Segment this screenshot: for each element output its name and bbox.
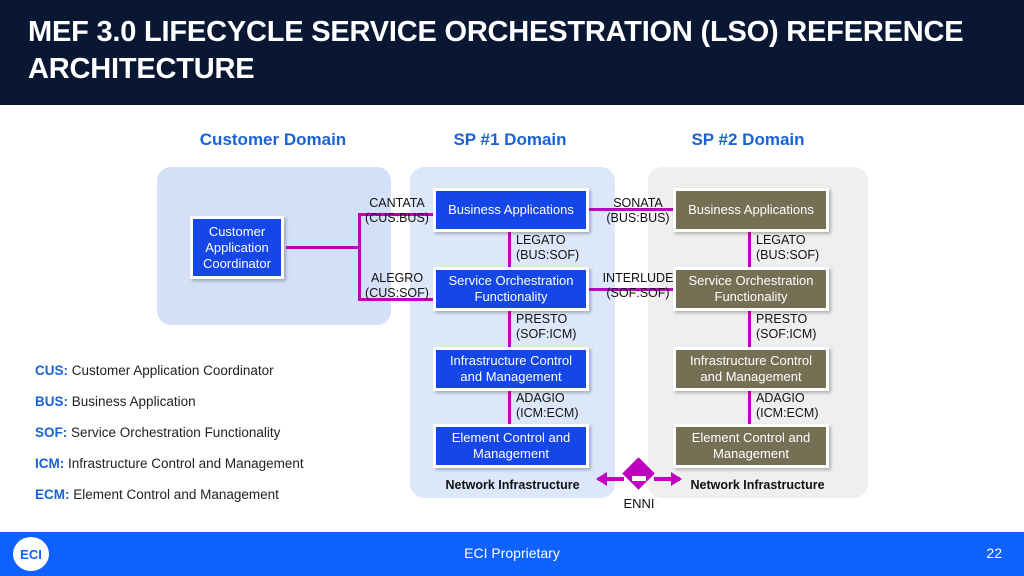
sp1-network-infrastructure-label: Network Infrastructure <box>445 478 580 492</box>
legend-desc-cus: Customer Application Coordinator <box>71 363 274 378</box>
interface-name-sp1-legato: LEGATO <box>516 233 566 247</box>
interface-name-sp2-legato: LEGATO <box>756 233 806 247</box>
interface-name-alegro: ALEGRO <box>370 271 424 285</box>
customer-domain-heading: Customer Domain <box>199 130 347 149</box>
block-sp2-infrastructure-control-and-management[interactable]: Infrastructure Control and Management <box>673 347 829 391</box>
legend-abbr-cus: CUS: <box>35 363 68 378</box>
block-sp1-business-applications[interactable]: Business Applications <box>433 188 589 232</box>
legend-row: SOF: Service Orchestration Functionality <box>35 424 395 442</box>
connector-line-sp1-presto <box>508 309 511 349</box>
sp2-domain-heading: SP #2 Domain <box>691 130 805 149</box>
interface-label-sp1-presto: PRESTO (SOF:ICM) <box>516 312 610 342</box>
connector-line-sp2-presto <box>748 309 751 349</box>
interface-pair-alegro: (CUS:SOF) <box>365 286 429 300</box>
enni-line-left <box>598 477 624 481</box>
legend-row: BUS: Business Application <box>35 393 395 411</box>
enni-connector: ENNI <box>596 457 682 514</box>
arrow-right-icon <box>671 472 682 486</box>
interface-pair-interlude: (SOF:SOF) <box>606 286 670 300</box>
page-number: 22 <box>986 545 1002 561</box>
block-sp1-service-orchestration-functionality[interactable]: Service Orchestration Functionality <box>433 267 589 311</box>
legend-abbr-bus: BUS: <box>35 394 68 409</box>
interface-label-alegro: ALEGRO (CUS:SOF) <box>338 271 456 301</box>
legend-desc-ecm: Element Control and Management <box>73 487 279 502</box>
interface-pair-sp2-presto: (SOF:ICM) <box>756 327 817 341</box>
block-sp2-element-control-and-management[interactable]: Element Control and Management <box>673 424 829 468</box>
interface-name-interlude: INTERLUDE <box>602 271 674 285</box>
interface-label-cantata: CANTATA (CUS:BUS) <box>338 196 456 226</box>
interface-name-sp2-presto: PRESTO <box>756 312 808 326</box>
interface-name-sonata: SONATA <box>613 196 663 210</box>
interface-name-sp1-adagio: ADAGIO <box>516 391 565 405</box>
interface-name-sp1-presto: PRESTO <box>516 312 568 326</box>
abbreviation-legend: CUS: Customer Application Coordinator BU… <box>35 362 395 517</box>
interface-pair-sp1-legato: (BUS:SOF) <box>516 248 580 262</box>
legend-desc-bus: Business Application <box>71 394 196 409</box>
interface-pair-sp2-legato: (BUS:SOF) <box>756 248 820 262</box>
legend-row: ICM: Infrastructure Control and Manageme… <box>35 455 395 473</box>
interface-label-sp1-adagio: ADAGIO (ICM:ECM) <box>516 391 610 421</box>
interface-pair-sp1-presto: (SOF:ICM) <box>516 327 577 341</box>
connector-line-sp2-adagio <box>748 389 751 427</box>
footer-proprietary-text: ECI Proprietary <box>464 545 560 561</box>
slide-footer-bar: ECI ECI Proprietary 22 <box>0 532 1024 576</box>
interface-label-sp2-adagio: ADAGIO (ICM:ECM) <box>756 391 850 421</box>
slide-header-bar: MEF 3.0 Lifecycle Service Orchestration … <box>0 0 1024 105</box>
block-sp2-business-applications[interactable]: Business Applications <box>673 188 829 232</box>
interface-name-sp2-adagio: ADAGIO <box>756 391 805 405</box>
sp2-network-infrastructure-label: Network Infrastructure <box>690 478 825 492</box>
legend-desc-sof: Service Orchestration Functionality <box>71 425 281 440</box>
legend-desc-icm: Infrastructure Control and Management <box>68 456 304 471</box>
enni-diamond-bar <box>632 476 646 481</box>
interface-pair-sonata: (BUS:BUS) <box>606 211 670 225</box>
interface-pair-cantata: (CUS:BUS) <box>365 211 429 225</box>
connector-line-sp1-legato <box>508 230 511 270</box>
legend-abbr-icm: ICM: <box>35 456 65 471</box>
interface-label-sp2-presto: PRESTO (SOF:ICM) <box>756 312 850 342</box>
block-sp2-service-orchestration-functionality[interactable]: Service Orchestration Functionality <box>673 267 829 311</box>
legend-row: ECM: Element Control and Management <box>35 486 395 504</box>
block-customer-application-coordinator[interactable]: Customer Application Coordinator <box>190 216 284 279</box>
legend-abbr-sof: SOF: <box>35 425 68 440</box>
interface-label-interlude: INTERLUDE (SOF:SOF) <box>589 271 687 301</box>
enni-label: ENNI <box>623 496 655 511</box>
legend-abbr-ecm: ECM: <box>35 487 70 502</box>
page-title: MEF 3.0 Lifecycle Service Orchestration … <box>28 16 964 85</box>
connector-line-cac-out <box>286 246 360 249</box>
connector-line-sp1-adagio <box>508 389 511 427</box>
interface-label-sp2-legato: LEGATO (BUS:SOF) <box>756 233 850 263</box>
interface-label-sp1-legato: LEGATO (BUS:SOF) <box>516 233 610 263</box>
block-sp1-element-control-and-management[interactable]: Element Control and Management <box>433 424 589 468</box>
legend-row: CUS: Customer Application Coordinator <box>35 362 395 380</box>
connector-line-sp2-legato <box>748 230 751 270</box>
sp1-domain-heading: SP #1 Domain <box>453 130 567 149</box>
block-sp1-infrastructure-control-and-management[interactable]: Infrastructure Control and Management <box>433 347 589 391</box>
interface-label-sonata: SONATA (BUS:BUS) <box>596 196 680 226</box>
interface-name-cantata: CANTATA <box>369 196 425 210</box>
interface-pair-sp1-adagio: (ICM:ECM) <box>516 406 579 420</box>
interface-pair-sp2-adagio: (ICM:ECM) <box>756 406 819 420</box>
